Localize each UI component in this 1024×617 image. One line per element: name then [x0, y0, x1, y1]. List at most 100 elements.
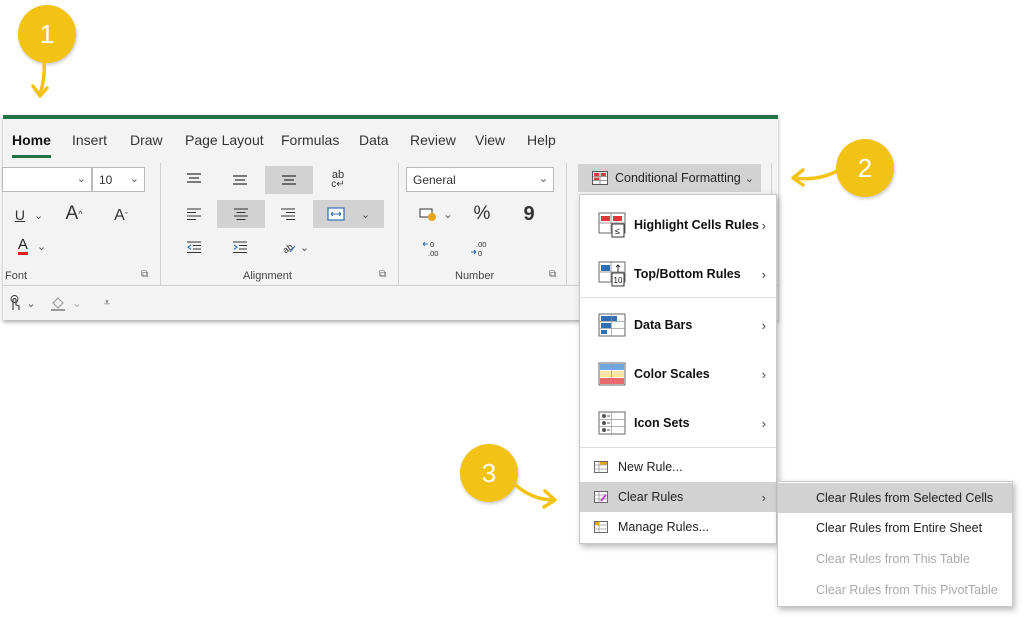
font-dialog-launcher[interactable]: ⧉ [141, 269, 148, 280]
align-top-button[interactable] [179, 166, 209, 190]
svg-text:ab: ab [281, 241, 295, 254]
paint-bucket-icon [51, 297, 66, 311]
comma-icon: 9 [523, 202, 535, 225]
svg-text:10: 10 [614, 276, 623, 285]
decrease-indent-button[interactable] [179, 235, 209, 259]
customize-toolbar-button[interactable]: ⩡ [97, 291, 117, 315]
align-center-button[interactable] [217, 200, 265, 228]
grow-font-button[interactable]: A ^ [59, 201, 89, 227]
clear-this-pivottable-item: Clear Rules from This PivotTable [816, 583, 998, 597]
font-name-combo[interactable]: ⌄ [2, 167, 92, 192]
merge-center-icon [327, 207, 345, 221]
font-color-button[interactable]: A ⌄ [11, 234, 53, 258]
new-rule-icon [594, 461, 608, 473]
tab-data[interactable]: Data [359, 132, 389, 148]
chevron-down-icon: ⌄ [744, 172, 754, 185]
tab-review[interactable]: Review [410, 132, 456, 148]
chevron-down-icon: ⌄ [76, 173, 86, 185]
number-format-combo[interactable]: General ⌄ [406, 167, 554, 192]
menu-item-label: Data Bars [634, 318, 693, 332]
font-size-combo[interactable]: 10 ⌄ [92, 167, 145, 192]
chevron-down-icon: ⌄ [26, 297, 36, 310]
wrap-text-button[interactable]: ab c↵ [323, 167, 353, 193]
tab-insert[interactable]: Insert [72, 132, 107, 148]
arrow-icon [512, 482, 557, 509]
orientation-button[interactable]: ab ⌄ [275, 235, 315, 259]
align-right-icon [281, 208, 295, 220]
clear-selected-cells-item[interactable]: Clear Rules from Selected Cells [778, 483, 1012, 513]
alignment-dialog-launcher[interactable]: ⧉ [379, 269, 386, 280]
clear-this-table-item: Clear Rules from This Table [816, 552, 970, 566]
tab-view[interactable]: View [475, 132, 505, 148]
shrink-font-button[interactable]: Aˇ [106, 203, 136, 229]
menu-item-new-rule[interactable]: New Rule... [580, 452, 776, 482]
chevron-right-icon: › [761, 489, 766, 505]
top-bottom-rules-icon: 10 [598, 261, 626, 287]
fill-color-button[interactable]: ⌄ [47, 291, 85, 315]
chevron-down-icon: ⌄ [538, 173, 548, 185]
underline-icon: U [14, 207, 25, 223]
menu-item-data-bars[interactable]: Data Bars › [580, 303, 776, 347]
increase-indent-button[interactable] [225, 235, 255, 259]
svg-text:0: 0 [478, 249, 482, 257]
step-badge-2: 2 [836, 139, 894, 197]
align-bottom-icon [282, 175, 296, 185]
chevron-down-icon: ⌄ [129, 173, 139, 185]
divider [580, 297, 776, 298]
percent-style-button[interactable]: % [468, 201, 496, 227]
align-right-button[interactable] [273, 201, 303, 227]
decrease-decimal-icon: .000 [471, 240, 486, 257]
increase-decimal-button[interactable]: 0.00 [417, 235, 447, 261]
chevron-right-icon: › [761, 366, 766, 382]
tab-home[interactable]: Home [12, 132, 51, 158]
conditional-formatting-button[interactable]: Conditional Formatting ⌄ [578, 164, 761, 192]
menu-item-highlight-cells-rules[interactable]: ≤ Highlight Cells Rules › [580, 203, 776, 247]
percent-icon: % [473, 203, 491, 224]
conditional-formatting-icon [592, 171, 608, 185]
divider [160, 163, 161, 285]
align-middle-button[interactable] [225, 168, 255, 192]
accounting-format-button[interactable]: ⌄ [415, 201, 457, 227]
chevron-right-icon: › [761, 317, 766, 333]
tab-draw[interactable]: Draw [130, 132, 163, 148]
divider [580, 447, 776, 448]
menu-item-label: Icon Sets [634, 416, 690, 430]
touch-mode-button[interactable]: ⌄ [5, 291, 39, 315]
clear-entire-sheet-item[interactable]: Clear Rules from Entire Sheet [778, 513, 1012, 543]
menu-item-icon-sets[interactable]: Icon Sets › [580, 401, 776, 445]
highlight-cells-rules-icon: ≤ [598, 212, 626, 238]
arrow-icon [31, 58, 49, 98]
menu-item-label: Color Scales [634, 367, 710, 381]
chevron-right-icon: › [761, 415, 766, 431]
divider [566, 163, 567, 285]
number-group-label: Number [455, 270, 495, 282]
menu-item-color-scales[interactable]: Color Scales › [580, 352, 776, 396]
grow-font-icon: A [65, 203, 79, 224]
data-bars-icon [598, 313, 626, 337]
manage-rules-icon [594, 521, 608, 533]
tab-page-layout[interactable]: Page Layout [185, 132, 264, 148]
comma-style-button[interactable]: 9 [517, 201, 541, 227]
align-left-button[interactable] [179, 201, 209, 227]
menu-item-clear-rules[interactable]: Clear Rules › [580, 482, 776, 512]
icon-sets-icon [598, 411, 626, 435]
tab-formulas[interactable]: Formulas [281, 132, 339, 148]
number-dialog-launcher[interactable]: ⧉ [549, 269, 556, 280]
chevron-down-icon: ⌄ [36, 240, 47, 253]
customize-icon: ⩡ [103, 296, 111, 309]
merge-center-button[interactable]: ⌄ [313, 200, 384, 228]
tab-help[interactable]: Help [527, 132, 556, 148]
chevron-down-icon: ⌄ [360, 208, 371, 221]
svg-text:.00: .00 [428, 249, 438, 257]
underline-button[interactable]: U ⌄ [9, 202, 49, 228]
menu-item-top-bottom-rules[interactable]: 10 Top/Bottom Rules › [580, 252, 776, 296]
decrease-decimal-button[interactable]: .00 0 [465, 235, 495, 261]
chevron-down-icon: ⌄ [299, 241, 310, 254]
manage-rules-label: Manage Rules... [618, 520, 710, 534]
menu-item-manage-rules[interactable]: Manage Rules... [580, 512, 776, 542]
svg-text:0: 0 [430, 240, 434, 249]
clear-rules-submenu: Clear Rules from Selected Cells Clear Ru… [777, 481, 1013, 607]
accounting-icon [419, 208, 437, 221]
align-bottom-button[interactable] [265, 166, 313, 194]
chevron-down-icon: ⌄ [443, 208, 453, 221]
